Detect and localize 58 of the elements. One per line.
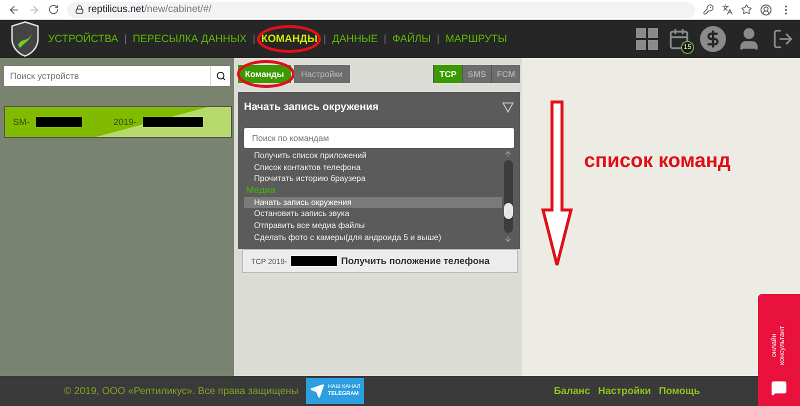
nav-link[interactable]: КОМАНДЫ — [261, 33, 318, 45]
footer-link[interactable]: Баланс — [554, 386, 590, 396]
scroll-down-icon[interactable] — [504, 235, 512, 244]
device-date: 2019- — [114, 117, 137, 127]
command-search-field[interactable]: Поиск по командам — [244, 128, 514, 148]
redaction-block — [142, 117, 203, 127]
logout-icon[interactable] — [772, 28, 794, 50]
nav-link[interactable]: МАРШРУТЫ — [445, 33, 507, 45]
nav-separator: | — [384, 34, 386, 44]
history-command: Получить положение телефона — [341, 256, 490, 267]
channel-toggle[interactable]: TCP — [433, 65, 462, 83]
nav-separator: | — [252, 34, 256, 44]
footer-link[interactable]: Помощь — [658, 386, 700, 396]
annotation-text: список команд — [584, 150, 731, 173]
account-icon[interactable] — [760, 4, 772, 16]
back-icon[interactable] — [8, 4, 20, 16]
command-item[interactable]: Остановить запись звука — [244, 208, 502, 220]
dollar-icon[interactable] — [700, 26, 726, 52]
star-icon[interactable] — [741, 4, 752, 15]
footer-link[interactable]: Настройки — [598, 386, 651, 396]
device-model: SM- — [13, 117, 30, 127]
nav-link[interactable]: ДАННЫЕ — [332, 33, 378, 45]
reload-icon[interactable] — [48, 4, 59, 15]
nav-link[interactable]: УСТРОЙСТВА — [48, 33, 118, 45]
key-icon[interactable] — [703, 4, 714, 15]
chat-icon — [771, 380, 787, 396]
url-text: reptilicus.net/new/cabinet/#/ — [88, 4, 212, 15]
group-heading: Медиа — [245, 184, 276, 197]
paper-plane-icon — [310, 383, 325, 399]
windows-icon[interactable] — [636, 28, 658, 50]
nav-separator: | — [324, 34, 326, 44]
command-item[interactable]: Сделать фото с камеры(для андроида 5 и выше) — [244, 232, 502, 244]
redaction-block — [36, 117, 82, 127]
scroll-up-icon[interactable] — [504, 150, 512, 158]
nav-separator: | — [124, 34, 127, 44]
nav-link[interactable]: ФАЙЛЫ — [392, 33, 431, 45]
panel-title: Начать запись окружения — [244, 101, 379, 113]
address-bar[interactable]: reptilicus.net/new/cabinet/#/ — [67, 2, 695, 18]
command-item[interactable]: Прочитать историю браузера — [244, 173, 502, 185]
nav-link[interactable]: ПЕРЕСЫЛКА ДАННЫХ — [132, 33, 247, 45]
nav-separator: | — [436, 34, 440, 44]
dropdown-triangle-icon[interactable] — [502, 102, 514, 112]
redaction-block — [291, 256, 338, 266]
command-item[interactable]: Список контактов телефона — [244, 162, 502, 174]
scroll-thumb[interactable] — [504, 203, 512, 220]
lock-icon — [75, 5, 84, 14]
device-card[interactable]: SM- 2019- — [4, 106, 232, 138]
search-icon — [216, 71, 226, 81]
device-search-field[interactable]: Поиск устройств — [4, 66, 210, 86]
command-item[interactable]: Получить список приложений — [244, 150, 502, 162]
calendar-icon — [668, 28, 690, 50]
translate-icon[interactable] — [722, 4, 733, 15]
command-item[interactable]: Отправить все медиа файлы — [244, 220, 502, 232]
tab[interactable]: Команды — [238, 65, 291, 83]
copyright-text: © 2019, ООО «Рептиликус». Все права защищены — [64, 386, 298, 396]
search-button[interactable] — [210, 66, 230, 86]
shield-logo-icon[interactable] — [10, 21, 40, 57]
command-item[interactable]: Начать запись окружения — [244, 196, 502, 208]
